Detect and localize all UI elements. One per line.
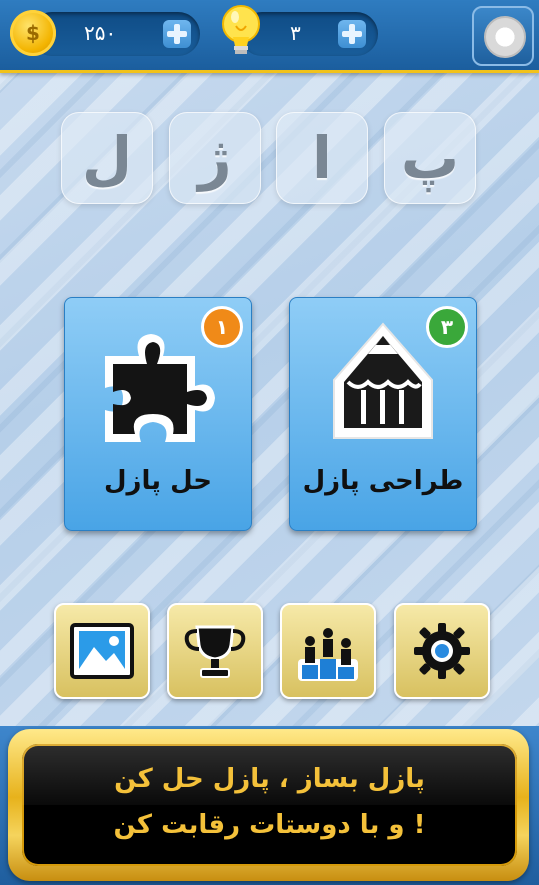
settings-button[interactable] [394, 603, 490, 699]
design-puzzle-label: طراحی پازل [302, 466, 464, 496]
settings-gear-icon [414, 623, 470, 679]
title-letter-tile: ژ [169, 112, 261, 204]
lightbulb-icon [219, 4, 263, 60]
trophy-icon [184, 625, 246, 678]
title-letter-tile: پ [384, 112, 476, 204]
title-letter-tile: ل [61, 112, 153, 204]
leaderboard-podium-icon [298, 628, 358, 681]
hint-count: ۳ [290, 21, 301, 45]
gallery-button[interactable] [54, 603, 150, 699]
solve-puzzle-card[interactable]: ۱ حل پازل [64, 297, 252, 531]
trophy-button[interactable] [167, 603, 263, 699]
pencil-icon [333, 322, 433, 439]
top-bar: ۲۵۰ $ ۳ [0, 0, 539, 73]
leaderboard-button[interactable] [280, 603, 376, 699]
gear-icon [484, 16, 526, 58]
coin-count: ۲۵۰ [84, 21, 117, 45]
banner-line-1: پازل بساز ، پازل حل کن [114, 764, 425, 794]
add-coins-button[interactable] [163, 20, 191, 48]
solve-puzzle-label: حل پازل [103, 466, 213, 496]
gallery-image-icon [70, 623, 134, 679]
add-hints-button[interactable] [338, 20, 366, 48]
coin-icon: $ [10, 10, 56, 56]
settings-menu-button[interactable] [472, 6, 534, 66]
banner-line-2: و با دوستات رقابت کن ! [113, 810, 426, 840]
puzzle-icon [105, 334, 215, 442]
design-puzzle-card[interactable]: ۳ طراحی پازل [289, 297, 477, 531]
title-letter-tile: ا [276, 112, 368, 204]
promo-banner: پازل بساز ، پازل حل کن و با دوستات رقابت… [22, 744, 517, 866]
